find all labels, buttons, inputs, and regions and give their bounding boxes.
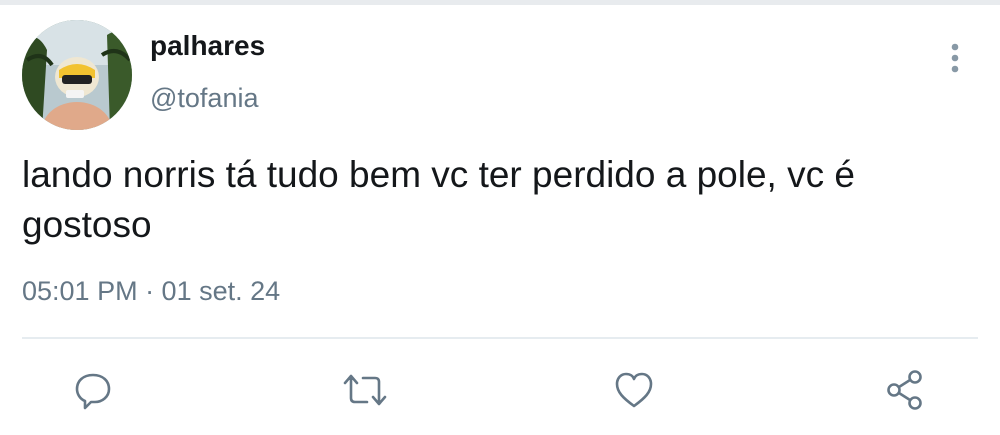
tweet-text: lando norris tá tudo bem vc ter perdido … xyxy=(22,154,855,245)
display-name[interactable]: palhares xyxy=(150,30,265,62)
retweet-button[interactable] xyxy=(340,365,390,415)
avatar-image xyxy=(22,20,132,130)
like-button[interactable] xyxy=(609,365,659,415)
reply-button[interactable] xyxy=(68,365,118,415)
retweet-icon xyxy=(343,374,387,406)
top-divider xyxy=(0,0,1000,5)
share-icon xyxy=(887,370,922,410)
more-vertical-icon xyxy=(951,43,959,73)
reply-icon xyxy=(75,373,111,410)
tweet-timestamp[interactable]: 05:01 PM · 01 set. 24 xyxy=(22,276,280,307)
avatar[interactable] xyxy=(22,20,132,130)
user-handle[interactable]: @tofania xyxy=(150,83,258,114)
more-options-button[interactable] xyxy=(935,38,975,78)
divider xyxy=(22,337,978,339)
share-button[interactable] xyxy=(880,365,930,415)
heart-icon xyxy=(615,372,653,408)
